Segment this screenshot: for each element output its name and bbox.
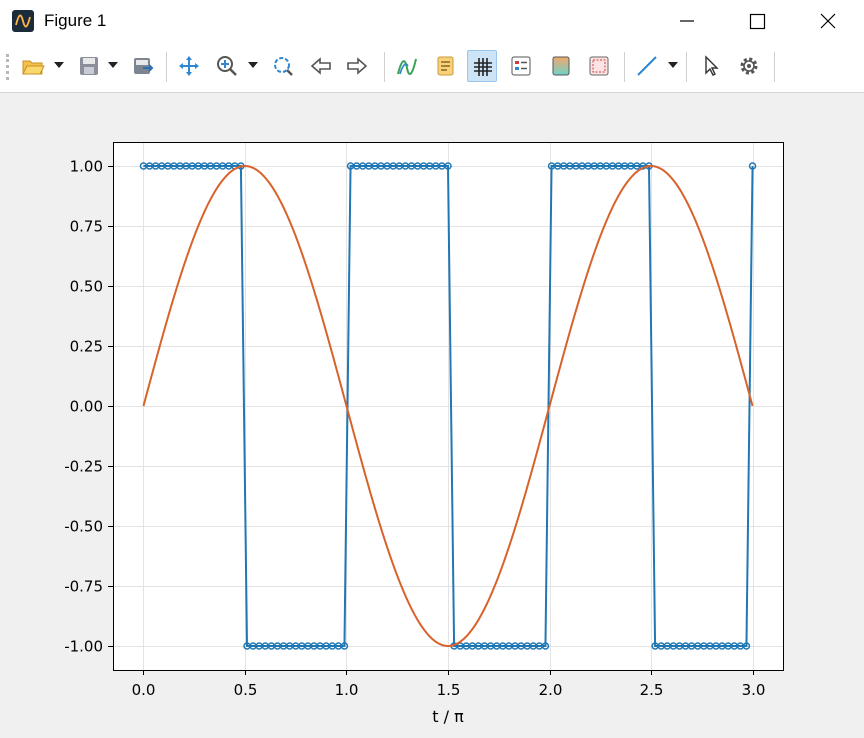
pan-button[interactable] (174, 50, 204, 82)
zoom-in-icon (217, 56, 237, 76)
forward-button[interactable] (342, 50, 372, 82)
y-tick-label: -1.00 (64, 638, 103, 656)
curves-button[interactable] (392, 50, 422, 82)
y-tick-label: 1.00 (70, 158, 103, 176)
export-icon (134, 58, 154, 74)
save-dropdown-icon[interactable] (108, 62, 118, 68)
line-dropdown-icon[interactable] (668, 62, 678, 68)
select-button[interactable] (696, 50, 726, 82)
y-tick-label: 0.50 (70, 278, 103, 296)
legend-icon (511, 56, 531, 76)
folder-open-icon (22, 60, 45, 75)
toolbar-separator (774, 52, 775, 82)
x-tick-label: 0.5 (234, 681, 258, 699)
app-icon (12, 10, 34, 32)
x-tick-label: 1.5 (437, 681, 461, 699)
y-tick-label: -0.25 (64, 458, 103, 476)
x-tick-label: 3.0 (742, 681, 766, 699)
colorbar-icon (552, 56, 570, 76)
open-dropdown-icon[interactable] (54, 62, 64, 68)
toolbar (0, 42, 864, 93)
colorbar-button[interactable] (546, 50, 576, 82)
line-icon (637, 56, 657, 76)
settings-button[interactable] (734, 50, 764, 82)
zoom-dropdown-icon[interactable] (248, 62, 258, 68)
labels-button[interactable] (430, 50, 460, 82)
x-tick-label: 1.0 (335, 681, 359, 699)
minimize-button[interactable] (652, 0, 722, 42)
save-icon (80, 57, 98, 75)
line-button[interactable] (632, 50, 662, 82)
toolbar-grip[interactable] (6, 54, 12, 80)
toolbar-separator (384, 52, 385, 82)
zoom-fit-button[interactable] (268, 50, 298, 82)
y-tick-label: -0.75 (64, 578, 103, 596)
x-tick-label: 2.5 (640, 681, 664, 699)
labels-icon (437, 56, 454, 76)
zoom-fit-icon (274, 57, 293, 76)
curves-icon (397, 58, 417, 76)
window-title: Figure 1 (44, 11, 107, 30)
y-tick-label: -0.50 (64, 518, 103, 536)
zoom-button[interactable] (212, 50, 242, 82)
open-button[interactable] (18, 50, 48, 82)
move-icon (179, 56, 199, 76)
legend-button[interactable] (506, 50, 536, 82)
save-button[interactable] (74, 50, 104, 82)
back-button[interactable] (306, 50, 336, 82)
y-tick-label: 0.75 (70, 218, 103, 236)
export-button[interactable] (128, 50, 158, 82)
arrow-left-icon (310, 57, 331, 75)
x-tick-label: 0.0 (132, 681, 156, 699)
grid-button[interactable] (467, 50, 497, 82)
maximize-button[interactable] (722, 0, 792, 42)
grid-icon (474, 58, 492, 76)
toolbar-separator (686, 52, 687, 82)
title-bar: Figure 1 (0, 0, 864, 42)
figure-canvas[interactable]: 0.0 0.5 1.0 1.5 2.0 2.5 3.0 1.00 0.75 0.50 0.25 0.0… (0, 92, 864, 738)
x-tick-label: 2.0 (539, 681, 563, 699)
arrow-right-icon (347, 57, 368, 75)
y-tick-label: 0.25 (70, 338, 103, 356)
cursor-icon (705, 55, 719, 76)
x-axis-label: t / π (432, 707, 464, 726)
toolbar-separator (624, 52, 625, 82)
frame-button[interactable] (584, 50, 614, 82)
frame-icon (589, 56, 609, 76)
y-tick-label: 0.00 (70, 398, 103, 416)
toolbar-separator (166, 52, 167, 82)
close-button[interactable] (792, 0, 862, 42)
gear-icon (740, 57, 758, 75)
